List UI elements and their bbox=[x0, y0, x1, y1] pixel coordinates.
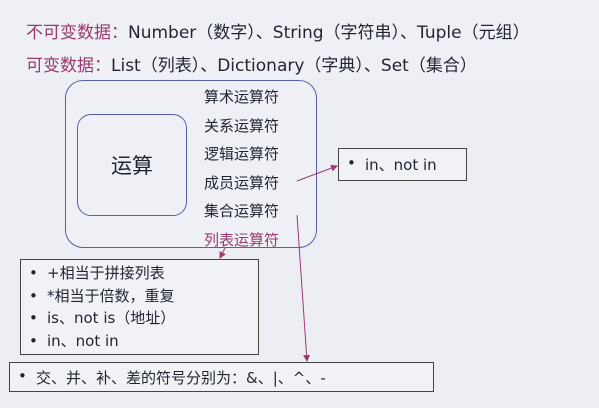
arrow-list bbox=[219, 247, 226, 259]
arrow-set bbox=[296, 214, 311, 362]
arrow-membership bbox=[296, 164, 338, 182]
connector-arrows bbox=[219, 164, 338, 362]
